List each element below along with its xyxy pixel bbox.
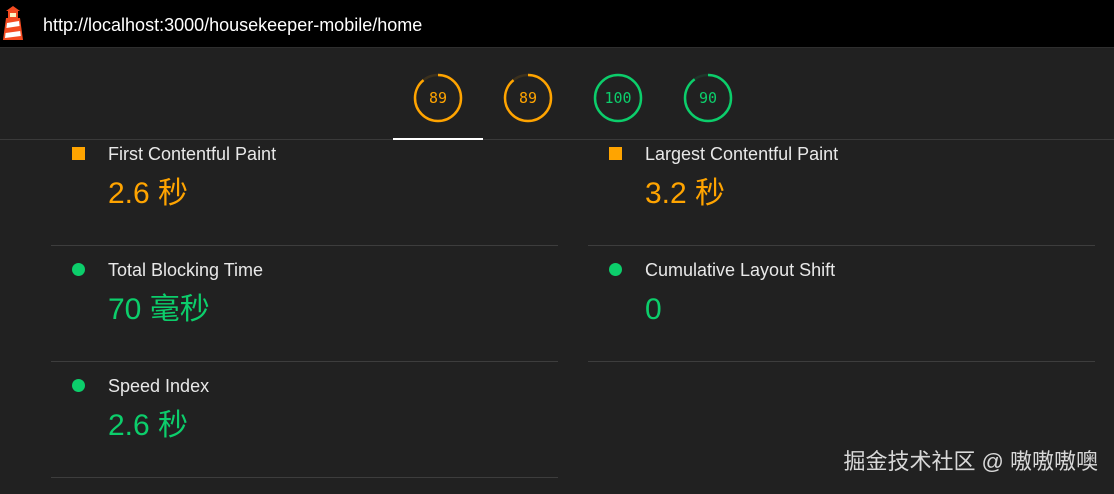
metric-cumulative-layout-shift: Cumulative Layout Shift 0	[588, 246, 1095, 362]
gauge-score: 89	[428, 89, 448, 107]
metric-value: 0	[645, 293, 662, 326]
metric-label: Total Blocking Time	[108, 260, 264, 280]
browser-bar: http://localhost:3000/housekeeper-mobile…	[0, 0, 1114, 48]
metric-value: 3.2 秒	[645, 177, 726, 210]
lighthouse-icon	[3, 6, 23, 40]
gauge-accessibility[interactable]: 89	[503, 73, 553, 123]
gauge-score: 90	[698, 89, 718, 107]
metric-total-blocking-time: Total Blocking Time 70 毫秒	[51, 246, 558, 362]
metric-largest-contentful-paint: Largest Contentful Paint 3.2 秒	[588, 130, 1095, 246]
metric-label: First Contentful Paint	[108, 144, 277, 164]
gauge-performance[interactable]: 89	[413, 73, 463, 123]
metric-first-contentful-paint: First Contentful Paint 2.6 秒	[51, 130, 558, 246]
metric-label: Cumulative Layout Shift	[645, 260, 836, 280]
gauge-score: 89	[518, 89, 538, 107]
metric-value: 2.6 秒	[108, 409, 189, 442]
circle-icon	[72, 379, 85, 392]
square-icon	[72, 147, 85, 160]
gauge-best-practices[interactable]: 100	[593, 73, 643, 123]
watermark: 掘金技术社区 @ 嗷嗷嗷噢	[843, 449, 1098, 474]
metric-label: Speed Index	[108, 376, 210, 396]
gauge-score: 100	[604, 89, 632, 107]
metric-value: 2.6 秒	[108, 177, 189, 210]
metric-value: 70 毫秒	[108, 293, 210, 326]
url-text[interactable]: http://localhost:3000/housekeeper-mobile…	[43, 14, 422, 36]
circle-icon	[609, 263, 622, 276]
metric-label: Largest Contentful Paint	[645, 144, 839, 164]
circle-icon	[72, 263, 85, 276]
gauges-bar: 89 89 100 90	[0, 48, 1114, 140]
gauge-seo[interactable]: 90	[683, 73, 733, 123]
metric-speed-index: Speed Index 2.6 秒	[51, 362, 558, 478]
square-icon	[609, 147, 622, 160]
